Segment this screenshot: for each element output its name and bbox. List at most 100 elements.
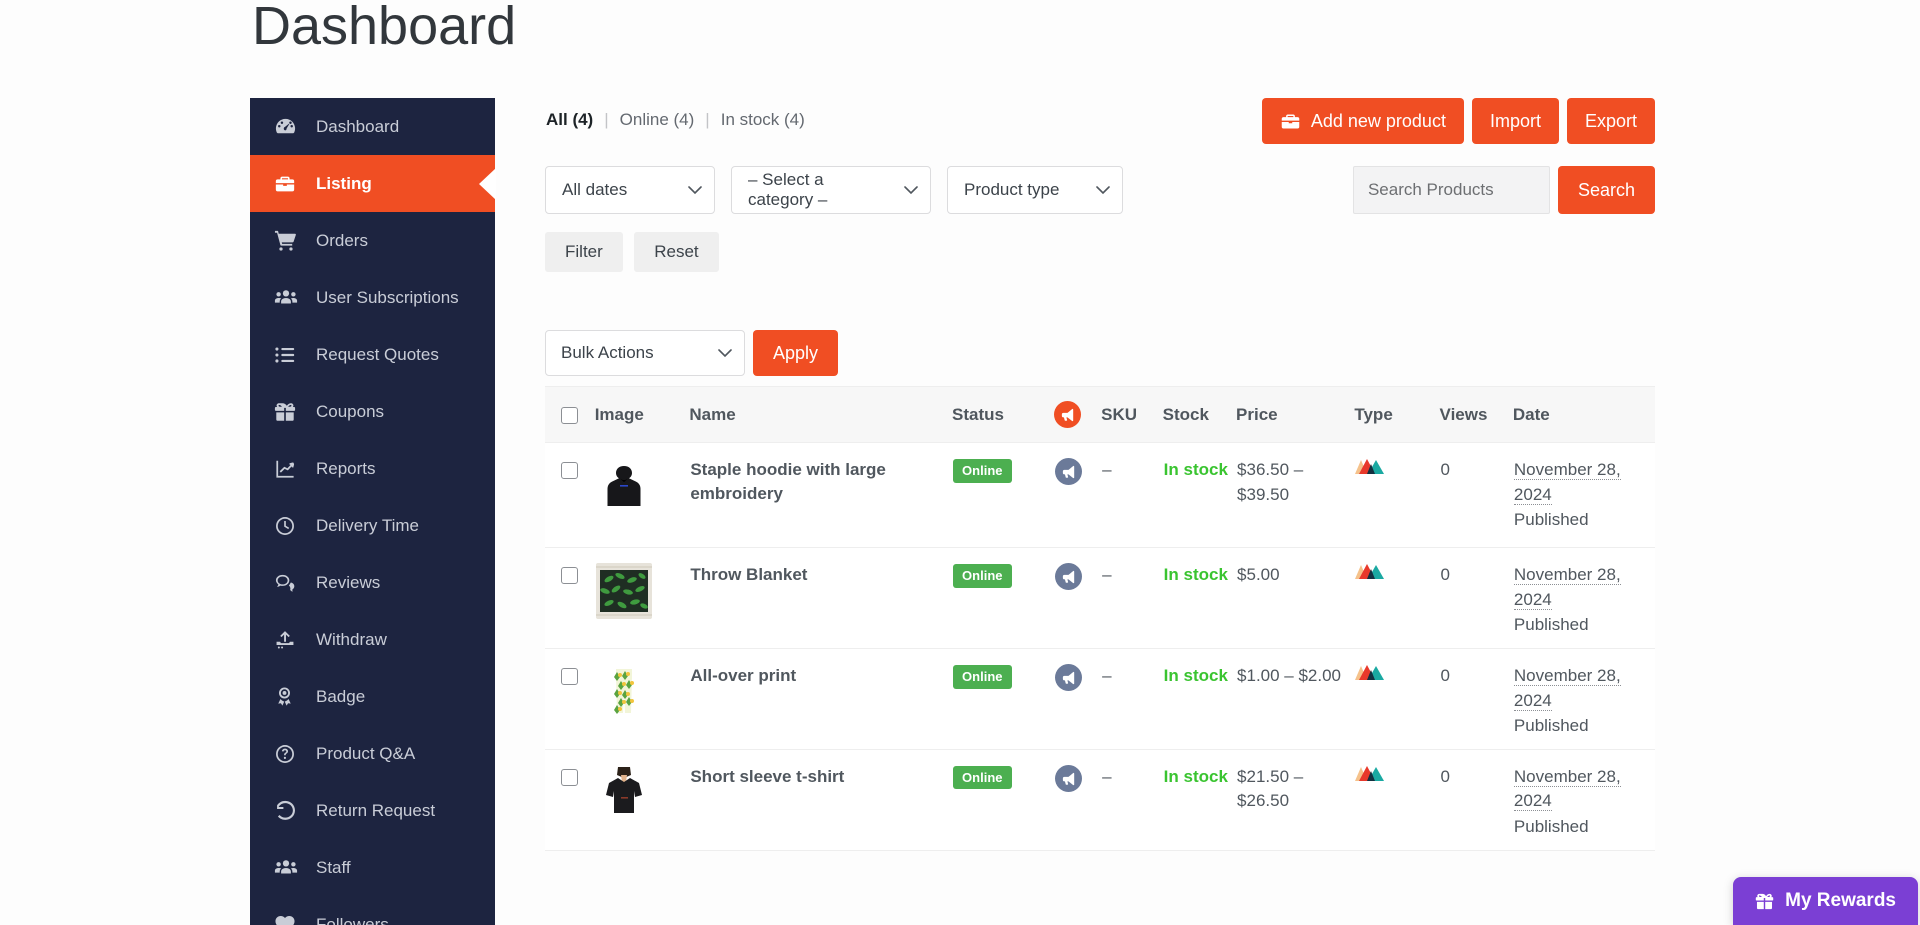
product-date-cell: November 28, 2024 Published bbox=[1512, 442, 1655, 548]
megaphone-icon[interactable] bbox=[1054, 764, 1082, 792]
row-select-cell bbox=[545, 749, 595, 851]
apply-button[interactable]: Apply bbox=[753, 330, 839, 376]
column-header-stock[interactable]: Stock bbox=[1162, 386, 1237, 443]
product-type-cell bbox=[1354, 442, 1440, 548]
question-circle-icon bbox=[274, 743, 308, 765]
product-name-link[interactable]: Throw Blanket bbox=[690, 563, 807, 587]
sidebar-item-reports[interactable]: Reports bbox=[250, 440, 495, 497]
date-status: Published bbox=[1513, 817, 1589, 837]
add-new-product-button[interactable]: Add new product bbox=[1261, 98, 1464, 144]
sidebar-item-label: Reviews bbox=[316, 572, 381, 592]
column-header-image[interactable]: Image bbox=[594, 386, 690, 443]
sidebar-item-badge[interactable]: Badge bbox=[250, 668, 495, 725]
row-checkbox[interactable] bbox=[561, 768, 578, 786]
product-views-cell: 0 bbox=[1439, 442, 1513, 548]
column-header-status[interactable]: Status bbox=[952, 386, 1054, 443]
megaphone-icon[interactable] bbox=[1054, 563, 1082, 590]
pants-thumbnail[interactable] bbox=[595, 663, 652, 720]
blanket-thumbnail[interactable] bbox=[595, 563, 652, 619]
product-image-cell bbox=[594, 547, 690, 649]
stock-status: In stock bbox=[1163, 766, 1228, 786]
sidebar-item-return-request[interactable]: Return Request bbox=[250, 782, 495, 839]
column-header-type[interactable]: Type bbox=[1354, 386, 1440, 443]
sidebar-item-dashboard[interactable]: Dashboard bbox=[250, 98, 495, 155]
table-head: Image Name Status SKU Stock Price Type V… bbox=[545, 386, 1655, 443]
export-button[interactable]: Export bbox=[1566, 98, 1655, 144]
category-filter-value: – Select a category – bbox=[748, 170, 828, 209]
category-filter-select[interactable]: – Select a category – bbox=[731, 166, 931, 214]
import-button[interactable]: Import bbox=[1471, 98, 1559, 144]
row-checkbox[interactable] bbox=[561, 567, 578, 585]
table-header-row: Image Name Status SKU Stock Price Type V… bbox=[545, 386, 1655, 443]
tab-in-stock[interactable]: In stock (4) bbox=[721, 110, 805, 130]
sidebar-item-orders[interactable]: Orders bbox=[250, 212, 495, 269]
search-area: Search bbox=[1352, 166, 1655, 214]
column-header-name[interactable]: Name bbox=[689, 386, 953, 443]
my-rewards-button[interactable]: My Rewards bbox=[1733, 877, 1918, 925]
users-icon bbox=[274, 856, 308, 880]
sidebar-item-delivery-time[interactable]: Delivery Time bbox=[250, 497, 495, 554]
sidebar-item-staff[interactable]: Staff bbox=[250, 839, 495, 896]
product-name-link[interactable]: All-over print bbox=[690, 664, 796, 688]
select-all-checkbox[interactable] bbox=[561, 406, 578, 424]
date-published: November 28, 2024 bbox=[1513, 565, 1621, 610]
sidebar-item-label: Product Q&A bbox=[316, 743, 416, 763]
product-status-cell: Online bbox=[952, 442, 1054, 548]
chevron-down-icon bbox=[1096, 180, 1110, 200]
sidebar-item-followers[interactable]: Followers bbox=[250, 896, 495, 925]
column-header-date[interactable]: Date bbox=[1512, 386, 1655, 443]
row-select-cell bbox=[545, 547, 595, 649]
date-filter-select[interactable]: All dates bbox=[545, 166, 715, 214]
sidebar-item-withdraw[interactable]: Withdraw bbox=[250, 611, 495, 668]
product-name-link[interactable]: Short sleeve t-shirt bbox=[690, 765, 844, 789]
undo-icon bbox=[274, 799, 308, 822]
sidebar-item-label: Delivery Time bbox=[316, 515, 419, 535]
sidebar-item-product-qa[interactable]: Product Q&A bbox=[250, 725, 495, 782]
column-header-price[interactable]: Price bbox=[1236, 386, 1355, 443]
shopping-cart-icon bbox=[274, 229, 308, 252]
tab-all[interactable]: All (4) bbox=[546, 110, 593, 130]
filter-button[interactable]: Filter bbox=[545, 232, 623, 272]
tshirt-thumbnail[interactable] bbox=[595, 764, 652, 821]
product-views-cell: 0 bbox=[1439, 749, 1513, 851]
column-header-views[interactable]: Views bbox=[1439, 386, 1513, 443]
sidebar-item-label: Orders bbox=[316, 230, 368, 250]
product-date-cell: November 28, 2024 Published bbox=[1512, 547, 1655, 649]
tab-online[interactable]: Online (4) bbox=[620, 110, 695, 130]
product-stock-cell: In stock bbox=[1162, 648, 1237, 750]
column-header-sku[interactable]: SKU bbox=[1101, 386, 1163, 443]
sidebar-item-label: Withdraw bbox=[316, 629, 387, 649]
search-button[interactable]: Search bbox=[1557, 166, 1655, 214]
date-wrap: November 28, 2024 Published bbox=[1513, 460, 1654, 533]
product-price-cell: $36.50 – $39.50 bbox=[1236, 442, 1355, 548]
sidebar-item-coupons[interactable]: Coupons bbox=[250, 383, 495, 440]
product-views-cell: 0 bbox=[1439, 547, 1513, 649]
product-name-link[interactable]: Staple hoodie with large embroidery bbox=[690, 458, 890, 506]
sidebar-item-label: Coupons bbox=[316, 401, 385, 421]
date-wrap: November 28, 2024 Published bbox=[1513, 665, 1654, 739]
product-type-cell bbox=[1354, 648, 1440, 750]
sidebar-item-label: Return Request bbox=[316, 800, 436, 820]
sidebar-item-reviews[interactable]: Reviews bbox=[250, 554, 495, 611]
product-price-cell: $5.00 bbox=[1236, 547, 1355, 649]
product-type-filter-select[interactable]: Product type bbox=[947, 166, 1123, 214]
app-root: Dashboard Dashboard Listing Orders User … bbox=[0, 0, 1920, 925]
product-status-cell: Online bbox=[952, 547, 1054, 649]
status-filter-tabs: All (4) | Online (4) | In stock (4) bbox=[546, 110, 805, 130]
status-badge: Online bbox=[953, 459, 1012, 483]
reset-button[interactable]: Reset bbox=[634, 232, 719, 272]
bulk-actions-value: Bulk Actions bbox=[561, 343, 654, 362]
status-badge: Online bbox=[953, 664, 1012, 689]
bulk-actions-select[interactable]: Bulk Actions bbox=[545, 330, 745, 376]
sidebar-item-listing[interactable]: Listing bbox=[250, 155, 495, 212]
hoodie-thumbnail[interactable] bbox=[595, 458, 652, 514]
stock-status: In stock bbox=[1163, 460, 1228, 479]
row-checkbox[interactable] bbox=[561, 667, 578, 685]
row-checkbox[interactable] bbox=[561, 462, 578, 480]
date-wrap: November 28, 2024 Published bbox=[1513, 766, 1654, 840]
search-input[interactable] bbox=[1352, 166, 1550, 214]
sidebar-item-user-subscriptions[interactable]: User Subscriptions bbox=[250, 269, 495, 326]
megaphone-icon[interactable] bbox=[1054, 663, 1082, 691]
sidebar-item-request-quotes[interactable]: Request Quotes bbox=[250, 326, 495, 383]
megaphone-icon[interactable] bbox=[1054, 458, 1082, 485]
